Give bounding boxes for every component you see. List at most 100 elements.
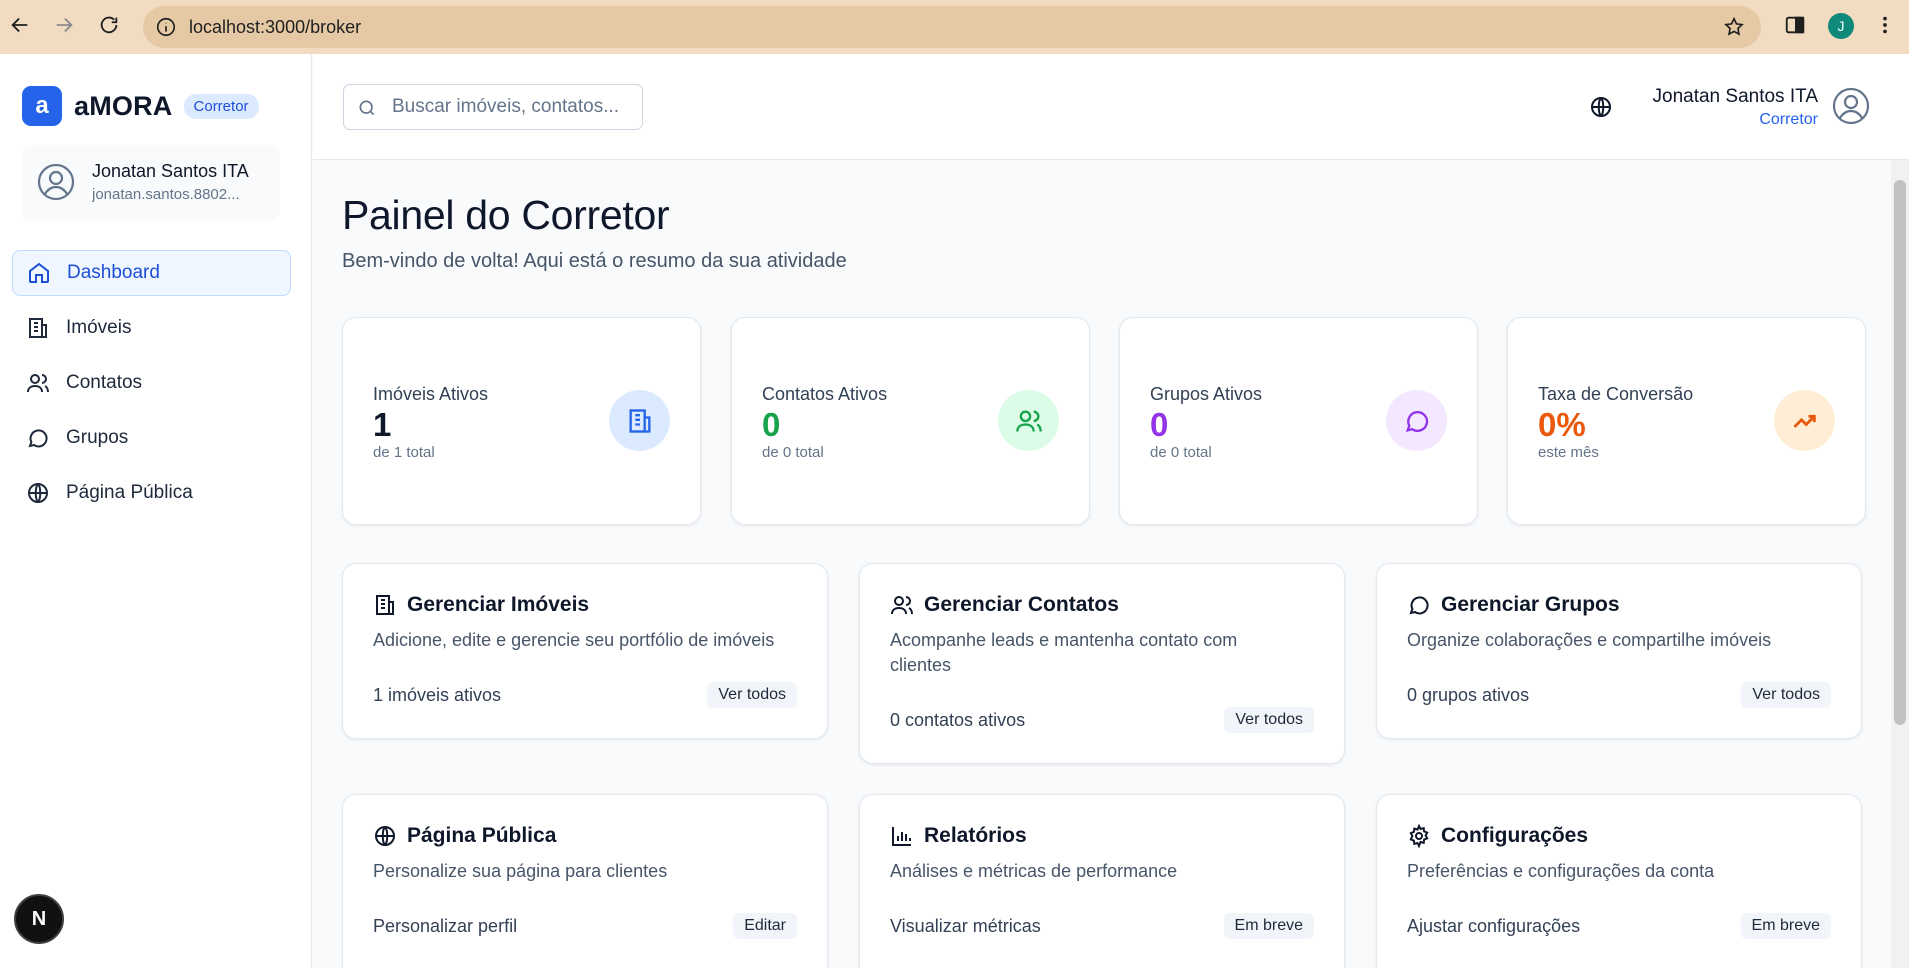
- card-description: Análises e métricas de performance: [890, 861, 1178, 881]
- globe-icon: [28, 483, 48, 503]
- card-configuracoes[interactable]: Configurações Preferências e configuraçõ…: [1376, 794, 1862, 968]
- card-gerenciar-imoveis[interactable]: Gerenciar Imóveis Adicione, edite e gere…: [342, 563, 828, 739]
- users-icon: [891, 596, 913, 615]
- brand[interactable]: a aMORA Corretor: [22, 86, 259, 126]
- users-icon: [27, 374, 49, 393]
- card-footer: Ajustar configurações Em breve: [1407, 913, 1831, 939]
- stat-label: Contatos Ativos: [762, 384, 888, 404]
- sidebar-item-grupos[interactable]: Grupos: [12, 415, 291, 461]
- browser-toolbar: localhost:3000/broker J: [0, 0, 1909, 54]
- header-user-name: Jonatan Santos ITA: [1652, 86, 1818, 107]
- home-icon: [29, 262, 49, 283]
- sidebar-user-name: Jonatan Santos ITA: [92, 161, 249, 181]
- card-gerenciar-contatos[interactable]: Gerenciar Contatos Acompanhe leads e man…: [859, 563, 1345, 764]
- search-box[interactable]: [343, 84, 643, 130]
- chat-icon: [1405, 410, 1428, 432]
- building-icon: [29, 318, 47, 338]
- user-avatar-icon: [37, 163, 75, 201]
- card-footer: 0 grupos ativos Ver todos: [1407, 682, 1831, 708]
- card-header: Relatórios: [890, 824, 1027, 848]
- building-icon: [376, 595, 394, 615]
- card-footer: Personalizar perfil Editar: [373, 913, 797, 939]
- stat-card-grupos: Grupos Ativos 0 de 0 total: [1119, 317, 1478, 525]
- card-footer-text: Personalizar perfil: [373, 915, 518, 936]
- globe-icon: [375, 826, 395, 846]
- ver-todos-button[interactable]: Ver todos: [1741, 682, 1831, 708]
- card-footer-text: Ajustar configurações: [1407, 915, 1581, 936]
- page-title: Painel do Corretor: [342, 192, 670, 238]
- building-icon: [629, 408, 650, 433]
- sidebar-item-contatos[interactable]: Contatos: [12, 360, 291, 406]
- card-title: Página Pública: [407, 824, 557, 847]
- stat-icon-circle: [1386, 390, 1447, 451]
- sidebar-item-dashboard[interactable]: Dashboard: [12, 250, 291, 296]
- card-footer: 0 contatos ativos Ver todos: [890, 707, 1314, 733]
- card-title: Relatórios: [924, 824, 1027, 847]
- card-description: Adicione, edite e gerencie seu portfólio…: [373, 630, 775, 650]
- side-panel-icon[interactable]: [1784, 14, 1806, 36]
- ver-todos-button[interactable]: Ver todos: [1224, 707, 1314, 733]
- stat-value: 0%: [1538, 406, 1586, 443]
- card-footer: 1 imóveis ativos Ver todos: [373, 682, 797, 708]
- top-header: Jonatan Santos ITA Corretor: [313, 54, 1909, 160]
- reload-button[interactable]: [97, 13, 121, 37]
- chat-icon: [28, 429, 48, 448]
- ver-todos-button[interactable]: Ver todos: [707, 682, 797, 708]
- stat-label: Grupos Ativos: [1150, 384, 1263, 404]
- stat-icon-circle: [609, 390, 670, 451]
- editar-button[interactable]: Editar: [733, 913, 797, 939]
- card-header: Gerenciar Imóveis: [373, 593, 589, 617]
- sidebar-item-label: Dashboard: [67, 262, 160, 283]
- card-title: Configurações: [1441, 824, 1589, 847]
- card-footer-text: Visualizar métricas: [890, 915, 1041, 936]
- stat-value: 0: [1150, 406, 1169, 443]
- card-description: Preferências e configurações da conta: [1407, 861, 1715, 881]
- sidebar-user-card: Jonatan Santos ITA jonatan.santos.8802..…: [22, 145, 280, 221]
- stat-value: 1: [373, 406, 392, 443]
- stat-sub: de 0 total: [762, 444, 824, 461]
- card-footer-text: 0 contatos ativos: [890, 709, 1026, 730]
- em-breve-button[interactable]: Em breve: [1740, 913, 1831, 939]
- card-pagina-publica[interactable]: Página Pública Personalize sua página pa…: [342, 794, 828, 968]
- sidebar: a aMORA Corretor Jonatan Santos ITA jona…: [0, 54, 312, 968]
- page-subtitle: Bem-vindo de volta! Aqui está o resumo d…: [342, 250, 847, 272]
- stat-card-imoveis: Imóveis Ativos 1 de 1 total: [342, 317, 701, 525]
- back-button[interactable]: [8, 13, 32, 37]
- card-header: Gerenciar Contatos: [890, 593, 1119, 617]
- card-description: Acompanhe leads e mantenha contato com c…: [890, 630, 1238, 675]
- dev-tools-badge[interactable]: N: [14, 894, 64, 944]
- sidebar-item-pagina-publica[interactable]: Página Pública: [12, 470, 291, 516]
- main-content: Painel do Corretor Bem-vindo de volta! A…: [313, 160, 1891, 968]
- card-gerenciar-grupos[interactable]: Gerenciar Grupos Organize colaborações e…: [1376, 563, 1862, 739]
- sidebar-item-imoveis[interactable]: Imóveis: [12, 305, 291, 351]
- stat-sub: de 0 total: [1150, 444, 1212, 461]
- stat-card-contatos: Contatos Ativos 0 de 0 total: [731, 317, 1090, 525]
- header-user-info[interactable]: Jonatan Santos ITA Corretor: [1653, 86, 1818, 129]
- bookmark-star-icon[interactable]: [1723, 16, 1745, 38]
- header-user-role: Corretor: [1759, 111, 1818, 128]
- chat-icon: [1409, 596, 1429, 615]
- sidebar-item-label: Página Pública: [66, 482, 193, 503]
- card-footer-text: 1 imóveis ativos: [373, 684, 502, 705]
- card-relatorios[interactable]: Relatórios Análises e métricas de perfor…: [859, 794, 1345, 968]
- sidebar-item-label: Grupos: [66, 427, 129, 448]
- header-avatar-icon[interactable]: [1831, 86, 1871, 126]
- forward-button[interactable]: [52, 13, 76, 37]
- card-description: Organize colaborações e compartilhe imóv…: [1407, 630, 1772, 650]
- brand-name: aMORA: [74, 90, 173, 121]
- brand-logo: a: [22, 86, 62, 126]
- stat-sub: este mês: [1538, 444, 1599, 461]
- address-bar[interactable]: localhost:3000/broker: [143, 6, 1761, 48]
- browser-menu-icon[interactable]: [1874, 14, 1896, 36]
- search-input[interactable]: [392, 94, 632, 120]
- card-header: Gerenciar Grupos: [1407, 593, 1620, 617]
- language-globe-icon[interactable]: [1589, 95, 1613, 119]
- stat-icon-circle: [998, 390, 1059, 451]
- card-footer: Visualizar métricas Em breve: [890, 913, 1314, 939]
- em-breve-button[interactable]: Em breve: [1223, 913, 1314, 939]
- stat-label: Imóveis Ativos: [373, 384, 489, 404]
- site-info-icon[interactable]: [155, 16, 177, 38]
- browser-profile-avatar[interactable]: J: [1828, 13, 1854, 39]
- scrollbar-thumb[interactable]: [1894, 180, 1906, 725]
- stat-card-conversao: Taxa de Conversão 0% este mês: [1507, 317, 1866, 525]
